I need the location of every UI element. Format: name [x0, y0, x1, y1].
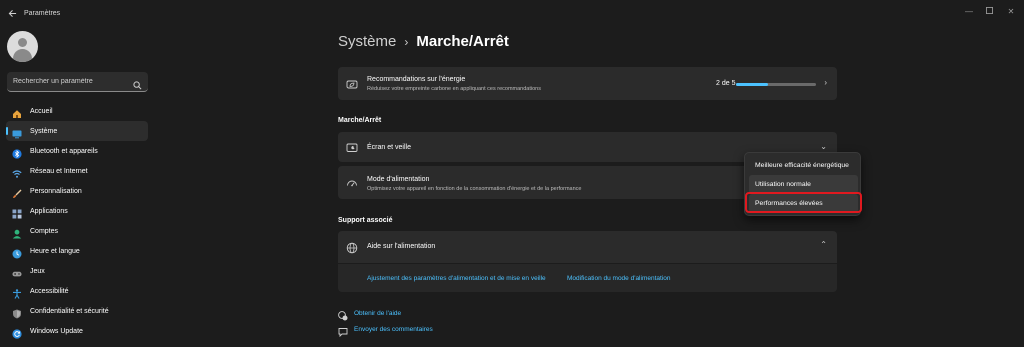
power-mode-icon	[346, 177, 358, 189]
search-input[interactable]	[7, 72, 132, 91]
power-help-links: Ajustement des paramètres d'alimentation…	[338, 264, 837, 292]
back-arrow-icon[interactable]	[6, 9, 18, 21]
avatar[interactable]	[7, 31, 38, 62]
link-change-power-mode[interactable]: Modification du mode d'alimentation	[567, 275, 671, 282]
energy-progress-text: 2 de 5	[716, 80, 736, 87]
gamepad-icon	[12, 266, 22, 277]
energy-card-subtitle: Réduisez votre empreinte carbone en appl…	[367, 86, 541, 92]
chevron-right-icon: ›	[824, 78, 827, 87]
breadcrumb-separator: ›	[404, 34, 409, 49]
globe-icon	[346, 241, 358, 254]
power-mode-subtitle: Optimisez votre appareil en fonction de …	[367, 186, 582, 192]
monitor-icon	[12, 126, 22, 139]
sidebar-item-label: Heure et langue	[30, 247, 80, 255]
sidebar-item-label: Comptes	[30, 227, 59, 235]
breadcrumb-parent[interactable]: Système	[338, 33, 396, 50]
power-help-title: Aide sur l'alimentation	[367, 243, 436, 250]
sidebar-item-personnalisation[interactable]: Personnalisation	[6, 181, 148, 201]
breadcrumb: Système › Marche/Arrêt	[338, 33, 509, 50]
sidebar-item-confidentialite[interactable]: Confidentialité et sécurité	[6, 301, 148, 321]
power-mode-title: Mode d'alimentation	[367, 176, 430, 183]
chevron-down-icon: ⌄	[820, 142, 827, 151]
energy-recommendations-card[interactable]: Recommandations sur l'énergie Réduisez v…	[338, 67, 837, 100]
chevron-up-icon[interactable]: ⌃	[820, 240, 827, 249]
shield-icon	[12, 306, 22, 319]
wifi-icon	[12, 166, 22, 178]
sidebar-item-label: Accessibilité	[30, 287, 69, 295]
search-box[interactable]	[7, 72, 148, 92]
search-icon[interactable]	[133, 77, 142, 90]
home-icon	[12, 106, 22, 118]
account-icon	[12, 226, 22, 239]
sidebar-item-label: Windows Update	[30, 327, 83, 335]
page-title: Marche/Arrêt	[416, 33, 509, 50]
energy-card-title: Recommandations sur l'énergie	[367, 76, 466, 83]
bluetooth-icon	[12, 146, 22, 159]
globe-clock-icon	[12, 246, 22, 259]
section-title-support: Support associé	[338, 217, 393, 224]
sidebar-item-bluetooth[interactable]: Bluetooth et appareils	[6, 141, 148, 161]
energy-progress-bar	[736, 83, 816, 86]
sidebar-nav: Accueil Système Bluetooth et appareils R…	[6, 101, 148, 341]
close-icon[interactable]: ✕	[1004, 6, 1018, 18]
update-icon	[12, 326, 22, 339]
avatar-head	[18, 38, 27, 47]
sidebar-item-accueil[interactable]: Accueil	[6, 101, 148, 121]
energy-progress-fill	[736, 83, 768, 86]
power-option-balanced[interactable]: Utilisation normale	[749, 175, 858, 194]
sidebar-item-jeux[interactable]: Jeux	[6, 261, 148, 281]
sidebar-item-accessibilite[interactable]: Accessibilité	[6, 281, 148, 301]
link-adjust-power-sleep[interactable]: Ajustement des paramètres d'alimentation…	[367, 275, 546, 282]
sidebar-item-label: Accueil	[30, 107, 53, 115]
feedback-icon	[338, 324, 348, 338]
sidebar-item-label: Confidentialité et sécurité	[30, 307, 109, 315]
sidebar-item-windows-update[interactable]: Windows Update	[6, 321, 148, 341]
sidebar-item-label: Système	[30, 127, 58, 135]
maximize-icon[interactable]	[982, 6, 996, 18]
sidebar-item-systeme[interactable]: Système	[6, 121, 148, 141]
apps-icon	[12, 206, 22, 219]
power-option-best-performance[interactable]: Performances élevées	[749, 194, 858, 213]
accessibility-icon	[12, 286, 22, 299]
sidebar-item-label: Applications	[30, 207, 68, 215]
leaf-icon	[346, 78, 358, 90]
screen-sleep-title: Écran et veille	[367, 144, 411, 151]
sidebar-item-label: Jeux	[30, 267, 45, 275]
sidebar-item-applications[interactable]: Applications	[6, 201, 148, 221]
section-title-power: Marche/Arrêt	[338, 117, 382, 124]
screen-sleep-icon	[346, 141, 358, 153]
app-title: Paramètres	[24, 10, 61, 17]
sidebar-item-reseau[interactable]: Réseau et Internet	[6, 161, 148, 181]
sidebar-item-label: Bluetooth et appareils	[30, 147, 98, 155]
power-help-card[interactable]: Aide sur l'alimentation ⌃	[338, 231, 837, 263]
brush-icon	[12, 186, 22, 198]
sidebar-item-label: Réseau et Internet	[30, 167, 88, 175]
power-mode-dropdown: Meilleure efficacité énergétique Utilisa…	[744, 152, 861, 216]
minimize-icon[interactable]: —	[962, 6, 976, 18]
avatar-body	[13, 49, 32, 62]
get-help-link[interactable]: Obtenir de l'aide	[354, 310, 401, 317]
sidebar-item-heure-langue[interactable]: Heure et langue	[6, 241, 148, 261]
sidebar-item-comptes[interactable]: Comptes	[6, 221, 148, 241]
help-icon	[338, 308, 348, 321]
send-feedback-link[interactable]: Envoyer des commentaires	[354, 326, 433, 333]
power-option-best-efficiency[interactable]: Meilleure efficacité énergétique	[749, 156, 858, 175]
title-bar: Paramètres — ✕	[0, 0, 1024, 30]
sidebar-item-label: Personnalisation	[30, 187, 82, 195]
